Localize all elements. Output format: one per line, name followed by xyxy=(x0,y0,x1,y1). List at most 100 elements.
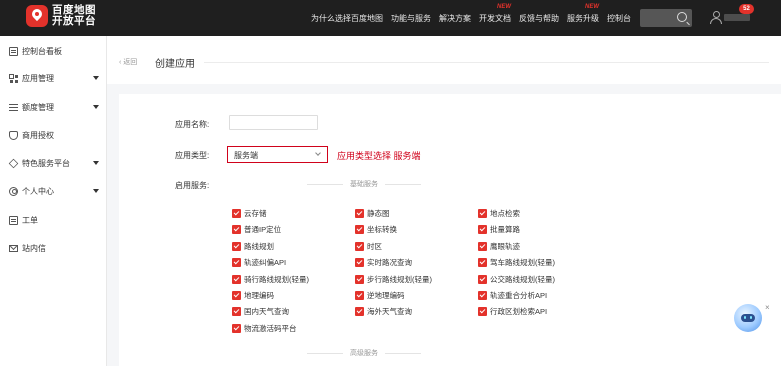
service-label: 步行路线规划(轻量) xyxy=(367,274,432,284)
service-checkbox-item[interactable]: 步行路线规划(轻量) xyxy=(355,274,432,285)
notification-badge[interactable]: 52 xyxy=(739,4,754,14)
checked-checkbox-icon[interactable] xyxy=(232,258,241,268)
service-label: 公交路线规划(轻量) xyxy=(490,274,555,284)
nav-why-baidu[interactable]: 为什么选择百度地图 xyxy=(311,13,383,24)
nav-console[interactable]: 控制台 xyxy=(607,13,631,24)
checked-checkbox-icon[interactable] xyxy=(478,274,487,284)
dashboard-icon xyxy=(9,46,18,56)
checked-checkbox-icon[interactable] xyxy=(232,209,241,218)
new-badge: NEW xyxy=(497,3,511,10)
service-checkbox-item[interactable]: 实时路况查询 xyxy=(355,257,412,268)
service-checkbox-item[interactable]: 轨迹纠偏API xyxy=(232,257,286,268)
checked-checkbox-icon[interactable] xyxy=(355,274,364,284)
section-divider xyxy=(385,184,421,185)
checked-checkbox-icon[interactable] xyxy=(355,258,364,268)
checked-checkbox-icon[interactable] xyxy=(478,258,487,268)
sidebar-item-commercial-license[interactable]: 商用授权 xyxy=(9,129,101,141)
service-checkbox-item[interactable]: 驾车路线规划(轻量) xyxy=(478,257,555,268)
sidebar-item-dashboard[interactable]: 控制台看板 xyxy=(9,45,101,57)
sidebar-item-featured-services[interactable]: 特色服务平台 xyxy=(8,157,101,169)
checked-checkbox-icon[interactable] xyxy=(478,241,487,251)
service-label: 行政区划检索API xyxy=(490,307,548,317)
checked-checkbox-icon[interactable] xyxy=(355,209,364,218)
checked-checkbox-icon[interactable] xyxy=(478,307,487,317)
service-checkbox-item[interactable]: 路线规划 xyxy=(232,241,274,252)
assistant-bot-icon[interactable] xyxy=(734,304,762,332)
close-icon[interactable]: × xyxy=(765,303,770,312)
service-checkbox-item[interactable]: 逆地理编码 xyxy=(355,290,405,301)
checked-checkbox-icon[interactable] xyxy=(232,274,241,284)
ticket-icon xyxy=(9,215,18,225)
service-label: 地点检索 xyxy=(490,209,520,218)
service-checkbox-item[interactable]: 地点检索 xyxy=(478,208,520,219)
top-navigation-bar: 百度地图 开放平台 为什么选择百度地图 功能与服务 解决方案 开发文档 NEW 反… xyxy=(0,0,781,36)
search-icon[interactable] xyxy=(677,12,687,22)
back-link[interactable]: 返回 xyxy=(119,57,137,67)
service-checkbox-item[interactable]: 云存储 xyxy=(232,208,267,219)
checked-checkbox-icon[interactable] xyxy=(232,307,241,317)
sidebar-item-tickets[interactable]: 工单 xyxy=(9,214,101,226)
search-input[interactable] xyxy=(640,9,692,27)
service-checkbox-item[interactable]: 时区 xyxy=(355,241,382,252)
checked-checkbox-icon[interactable] xyxy=(355,291,364,300)
service-checkbox-item[interactable]: 物流激活码平台 xyxy=(232,323,297,334)
service-checkbox-item[interactable]: 骑行路线规划(轻量) xyxy=(232,274,309,285)
chevron-down-icon xyxy=(93,189,99,193)
service-label: 物流激活码平台 xyxy=(244,323,297,333)
nav-feedback[interactable]: 反馈与帮助 xyxy=(519,13,559,24)
sidebar-item-personal-center[interactable]: 个人中心 xyxy=(9,185,101,197)
service-checkbox-item[interactable]: 地理编码 xyxy=(232,290,274,301)
sidebar: 控制台看板 应用管理 额度管理 商用授权 特色服务平台 个人中心 工单 站内信 xyxy=(0,36,107,366)
section-divider xyxy=(307,184,343,185)
service-label: 骑行路线规划(轻量) xyxy=(244,274,309,284)
nav-docs[interactable]: 开发文档 NEW xyxy=(479,4,511,24)
service-checkbox-item[interactable]: 鹰眼轨迹 xyxy=(478,241,520,252)
type-annotation: 应用类型选择 服务端 xyxy=(337,151,421,161)
user-icon[interactable] xyxy=(710,11,722,24)
baidu-map-logo[interactable]: 百度地图 开放平台 xyxy=(26,5,96,27)
heart-icon xyxy=(8,158,19,168)
checked-checkbox-icon[interactable] xyxy=(355,241,364,251)
checked-checkbox-icon[interactable] xyxy=(232,225,241,235)
app-name-input[interactable] xyxy=(229,115,318,130)
nav-upgrade[interactable]: 服务升级 NEW xyxy=(567,4,599,24)
checked-checkbox-icon[interactable] xyxy=(355,307,364,317)
app-type-value: 服务端 xyxy=(234,151,258,160)
service-label: 云存储 xyxy=(244,209,267,218)
service-label: 普通IP定位 xyxy=(244,225,282,235)
checked-checkbox-icon[interactable] xyxy=(232,241,241,251)
checked-checkbox-icon[interactable] xyxy=(232,323,241,333)
checked-checkbox-icon[interactable] xyxy=(478,225,487,235)
service-checkbox-item[interactable]: 批量算路 xyxy=(478,224,520,235)
checked-checkbox-icon[interactable] xyxy=(232,291,241,300)
checked-checkbox-icon[interactable] xyxy=(355,225,364,235)
service-checkbox-item[interactable]: 轨迹重合分析API xyxy=(478,290,547,301)
app-type-select[interactable]: 服务端 xyxy=(227,146,328,163)
checked-checkbox-icon[interactable] xyxy=(478,291,487,300)
service-checkbox-item[interactable]: 国内天气查询 xyxy=(232,306,289,317)
basic-services-title: 基础服务 xyxy=(350,181,378,188)
user-name-redacted[interactable] xyxy=(724,14,750,21)
nav-features[interactable]: 功能与服务 xyxy=(391,13,431,24)
service-label: 批量算路 xyxy=(490,225,520,235)
service-checkbox-item[interactable]: 公交路线规划(轻量) xyxy=(478,274,555,285)
person-icon xyxy=(9,186,18,196)
checked-checkbox-icon[interactable] xyxy=(478,209,487,218)
mail-icon xyxy=(9,244,18,252)
sidebar-item-messages[interactable]: 站内信 xyxy=(9,242,101,254)
sidebar-item-app-management[interactable]: 应用管理 xyxy=(9,72,101,84)
service-checkbox-item[interactable]: 静态图 xyxy=(355,208,390,219)
nav-solutions[interactable]: 解决方案 xyxy=(439,13,471,24)
service-checkbox-item[interactable]: 普通IP定位 xyxy=(232,224,281,235)
chevron-down-icon xyxy=(93,161,99,165)
new-badge: NEW xyxy=(585,3,599,10)
main-nav: 为什么选择百度地图 功能与服务 解决方案 开发文档 NEW 反馈与帮助 服务升级 N… xyxy=(303,0,631,36)
service-label: 静态图 xyxy=(367,209,390,218)
service-checkbox-item[interactable]: 坐标转换 xyxy=(355,224,397,235)
service-checkbox-item[interactable]: 行政区划检索API xyxy=(478,306,547,317)
service-label: 国内天气查询 xyxy=(244,307,289,317)
service-label: 地理编码 xyxy=(244,291,274,300)
create-app-form-card xyxy=(119,94,781,366)
sidebar-item-quota-management[interactable]: 额度管理 xyxy=(9,101,101,113)
service-checkbox-item[interactable]: 海外天气查询 xyxy=(355,306,412,317)
